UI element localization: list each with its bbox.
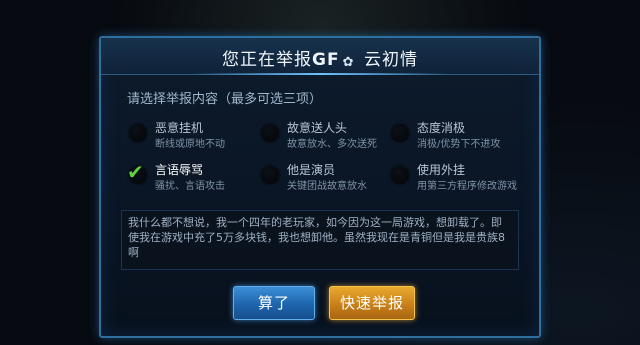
option-actor[interactable]: 他是演员 关键团战故意放水 [261,160,401,194]
dialog-header: 您正在举报GF ✿ 云初情 [101,38,539,75]
option-feeding-label: 故意送人头 [287,121,348,135]
checkmark-icon: ✔ [127,160,144,184]
checkbox-feeding[interactable] [261,124,279,142]
checkbox-cheat[interactable] [391,166,409,184]
flower-icon: ✿ [342,55,355,70]
option-feeding-desc: 故意放水、多次送死 [287,139,377,150]
option-negative[interactable]: 态度消极 消极/优势下不进攻 [391,118,531,152]
option-cheat-desc: 用第三方程序修改游戏 [417,181,517,192]
option-cheat-label: 使用外挂 [417,163,466,177]
reported-player-name: GF [312,50,340,70]
header-divider [191,73,449,75]
option-afk-label: 恶意挂机 [155,121,204,135]
option-verbal-abuse-label: 言语辱骂 [155,163,204,177]
quick-report-button[interactable]: 快速举报 [329,286,415,320]
option-actor-label: 他是演员 [287,163,336,177]
title-prefix: 您正在举报 [222,50,312,70]
option-cheat[interactable]: 使用外挂 用第三方程序修改游戏 [391,160,531,194]
option-negative-desc: 消极/优势下不进攻 [417,139,501,150]
option-verbal-abuse-desc: 骚扰、言语攻击 [155,181,225,192]
report-dialog: 您正在举报GF ✿ 云初情 请选择举报内容（最多可选三项） 恶意挂机 断线或原地不… [99,36,541,338]
option-feeding[interactable]: 故意送人头 故意放水、多次送死 [261,118,401,152]
option-negative-label: 态度消极 [417,121,466,135]
checkbox-actor[interactable] [261,166,279,184]
report-comment-textarea[interactable]: 我什么都不想说，我一个四年的老玩家，如今因为这一局游戏，想卸载了。即使我在游戏中… [121,210,519,270]
dialog-title: 您正在举报GF ✿ 云初情 [101,45,539,70]
checkbox-negative[interactable] [391,124,409,142]
cancel-button[interactable]: 算了 [233,286,315,320]
option-verbal-abuse[interactable]: ✔ 言语辱骂 骚扰、言语攻击 [127,160,269,194]
option-afk-desc: 断线或原地不动 [155,139,225,150]
checkbox-afk[interactable] [129,124,147,142]
title-suffix: 云初情 [363,50,418,70]
report-prompt: 请选择举报内容（最多可选三项） [127,92,323,107]
option-actor-desc: 关键团战故意放水 [287,181,367,192]
option-afk[interactable]: 恶意挂机 断线或原地不动 [129,118,269,152]
